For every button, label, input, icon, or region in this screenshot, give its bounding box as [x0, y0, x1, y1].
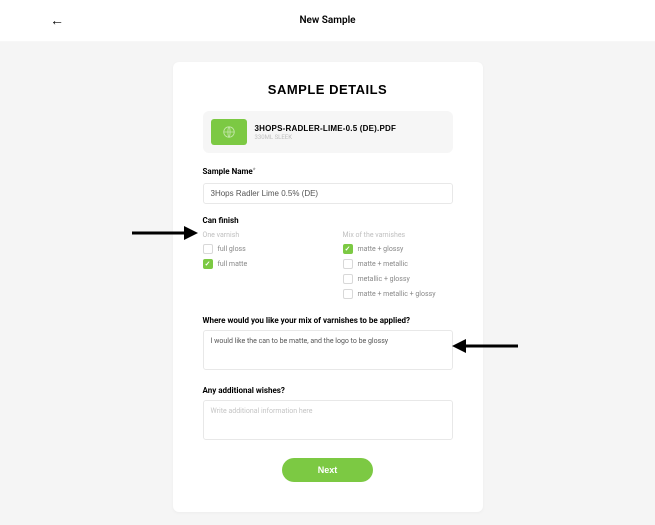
mix-varnish-heading: Mix of the varnishes: [343, 231, 453, 239]
sample-details-card: SAMPLE DETAILS 3HOPS-RADLER-LIME-0.5 (DE…: [173, 62, 483, 512]
next-button[interactable]: Next: [282, 458, 374, 482]
back-arrow-icon[interactable]: ←: [50, 12, 64, 29]
checkbox-label: metallic + glossy: [358, 275, 410, 283]
checkbox-label: matte + glossy: [358, 245, 404, 253]
one-varnish-column: One varnish full gloss full matte: [203, 231, 313, 304]
varnish-mix-label: Where would you like your mix of varnish…: [203, 316, 453, 325]
checkbox-full-matte[interactable]: full matte: [203, 259, 313, 269]
can-finish-section: Can finish One varnish full gloss full m…: [203, 216, 453, 304]
checkbox-label: matte + metallic: [358, 260, 408, 268]
sample-name-label: Sample Name*: [203, 167, 453, 176]
globe-icon: [222, 125, 236, 139]
checkbox-icon: [343, 259, 353, 269]
checkbox-icon: [343, 244, 353, 254]
main-container: SAMPLE DETAILS 3HOPS-RADLER-LIME-0.5 (DE…: [0, 42, 655, 512]
checkbox-icon: [203, 244, 213, 254]
wishes-textarea[interactable]: [203, 400, 453, 440]
checkbox-icon: [203, 259, 213, 269]
header: ← New Sample: [0, 0, 655, 42]
checkbox-label: matte + metallic + glossy: [358, 290, 436, 298]
file-info: 3HOPS-RADLER-LIME-0.5 (DE).PDF 330ML SLE…: [255, 124, 397, 141]
wishes-label: Any additional wishes?: [203, 386, 453, 395]
checkbox-icon: [343, 289, 353, 299]
varnish-mix-section: Where would you like your mix of varnish…: [203, 316, 453, 374]
varnish-mix-textarea[interactable]: [203, 330, 453, 370]
checkbox-matte-metallic[interactable]: matte + metallic: [343, 259, 453, 269]
file-name: 3HOPS-RADLER-LIME-0.5 (DE).PDF: [255, 124, 397, 133]
card-title: SAMPLE DETAILS: [203, 82, 453, 97]
sample-name-section: Sample Name*: [203, 167, 453, 204]
file-meta: 330ML SLEEK: [255, 134, 397, 141]
checkbox-metallic-glossy[interactable]: metallic + glossy: [343, 274, 453, 284]
wishes-section: Any additional wishes?: [203, 386, 453, 444]
page-title: New Sample: [24, 15, 631, 26]
can-finish-label: Can finish: [203, 216, 453, 225]
checkbox-label: full matte: [218, 260, 248, 268]
checkbox-icon: [343, 274, 353, 284]
sample-name-input[interactable]: [203, 183, 453, 204]
checkbox-full-gloss[interactable]: full gloss: [203, 244, 313, 254]
one-varnish-heading: One varnish: [203, 231, 313, 239]
checkbox-matte-metallic-glossy[interactable]: matte + metallic + glossy: [343, 289, 453, 299]
checkbox-matte-glossy[interactable]: matte + glossy: [343, 244, 453, 254]
mix-varnish-column: Mix of the varnishes matte + glossy matt…: [343, 231, 453, 304]
file-thumbnail: [211, 119, 247, 145]
file-attachment[interactable]: 3HOPS-RADLER-LIME-0.5 (DE).PDF 330ML SLE…: [203, 111, 453, 153]
checkbox-label: full gloss: [218, 245, 246, 253]
